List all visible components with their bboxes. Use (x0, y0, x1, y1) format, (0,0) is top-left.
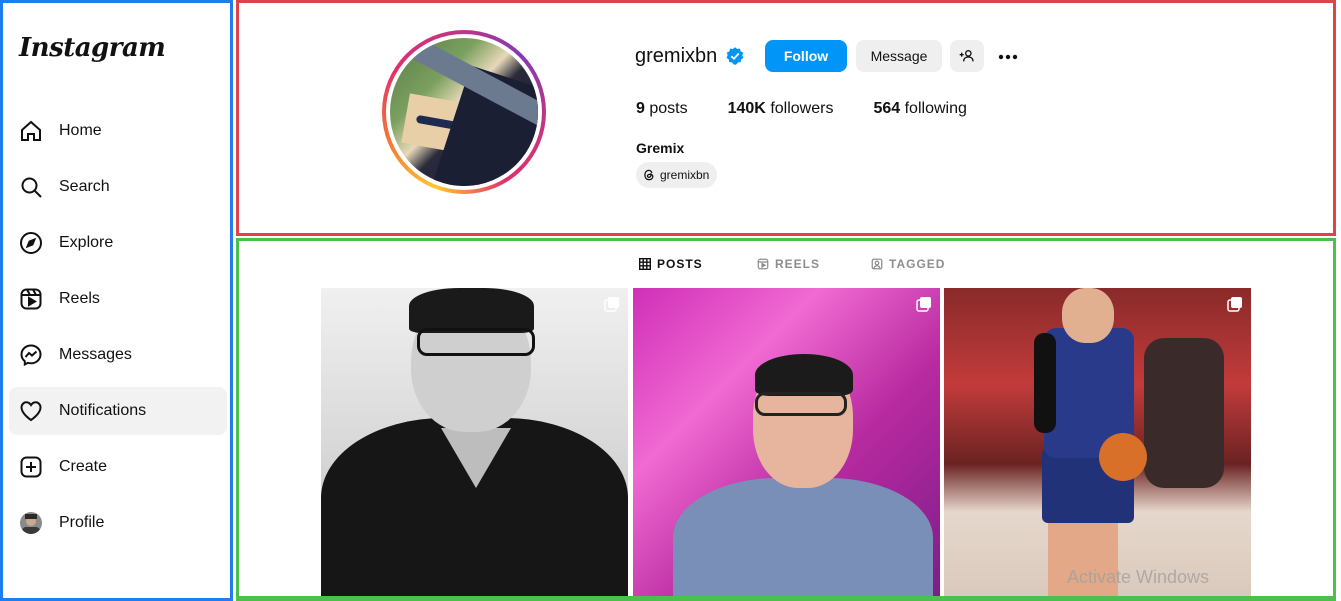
profile-full-name: Gremix (636, 140, 685, 156)
profile-stats: 9 posts 140K followers 564 following (636, 100, 1007, 118)
sidebar-item-search[interactable]: Search (9, 163, 227, 211)
reels-icon (757, 258, 769, 270)
search-icon (19, 175, 43, 199)
messenger-icon (19, 343, 43, 367)
threads-handle: gremixbn (660, 168, 710, 182)
followers-count[interactable]: 140K followers (728, 100, 834, 118)
sidebar: Instagram Home Search Explore Reels Mess… (0, 0, 233, 601)
plus-square-icon (19, 455, 43, 479)
carousel-icon (604, 296, 620, 312)
post-thumbnail[interactable] (633, 288, 940, 596)
following-count[interactable]: 564 following (873, 100, 966, 118)
add-user-icon (959, 48, 975, 64)
sidebar-item-label: Explore (59, 234, 114, 251)
profile-username: gremixbn (635, 45, 718, 67)
reels-icon (19, 287, 43, 311)
sidebar-item-notifications[interactable]: Notifications (9, 387, 227, 435)
home-icon (19, 119, 43, 143)
windows-activation-watermark: Activate Windows (1067, 567, 1210, 587)
sidebar-item-label: Notifications (59, 402, 147, 419)
carousel-icon (916, 296, 932, 312)
suggest-user-button[interactable] (950, 40, 984, 72)
sidebar-item-label: Create (59, 458, 108, 475)
profile-header: gremixbn Follow Message 9 posts 140K fol… (236, 0, 1336, 236)
sidebar-item-profile[interactable]: Profile (9, 499, 227, 547)
heart-icon (19, 399, 43, 423)
sidebar-item-label: Search (59, 178, 110, 195)
posts-count: 9 posts (636, 100, 688, 117)
carousel-icon (1227, 296, 1243, 312)
instagram-logo[interactable]: Instagram (19, 33, 166, 63)
threads-link[interactable]: gremixbn (636, 162, 718, 188)
follow-button[interactable]: Follow (765, 40, 847, 72)
sidebar-item-explore[interactable]: Explore (9, 219, 227, 267)
more-options-button[interactable] (996, 45, 1020, 69)
grid-icon (639, 258, 651, 270)
avatar (19, 511, 43, 535)
message-button[interactable]: Message (856, 40, 942, 72)
profile-avatar[interactable] (382, 30, 546, 194)
tab-reels[interactable]: REELS (757, 257, 820, 271)
post-thumbnail[interactable] (944, 288, 1251, 596)
profile-content: POSTS REELS TAGGED Activate Windows (236, 238, 1336, 601)
avatar-image (390, 38, 538, 186)
post-thumbnail[interactable] (321, 288, 628, 596)
tab-posts[interactable]: POSTS (639, 257, 703, 271)
sidebar-item-label: Messages (59, 346, 132, 363)
threads-icon (642, 168, 656, 182)
sidebar-item-reels[interactable]: Reels (9, 275, 227, 323)
sidebar-item-label: Home (59, 122, 102, 139)
sidebar-item-label: Reels (59, 290, 100, 307)
sidebar-item-home[interactable]: Home (9, 107, 227, 155)
ellipsis-icon (996, 45, 1020, 69)
tab-tagged[interactable]: TAGGED (871, 257, 945, 271)
sidebar-item-create[interactable]: Create (9, 443, 227, 491)
verified-badge-icon (725, 46, 745, 66)
sidebar-item-messages[interactable]: Messages (9, 331, 227, 379)
compass-icon (19, 231, 43, 255)
sidebar-item-label: Profile (59, 514, 105, 531)
tagged-icon (871, 258, 883, 270)
